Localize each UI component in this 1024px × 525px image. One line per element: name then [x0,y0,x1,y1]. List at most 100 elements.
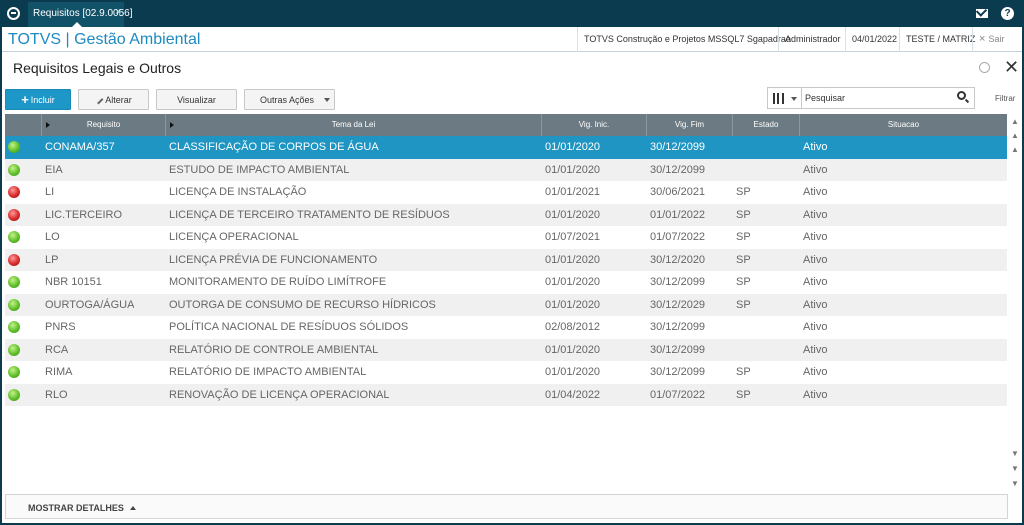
cell-tema: ESTUDO DE IMPACTO AMBIENTAL [169,163,350,176]
cell-tema: LICENÇA PRÉVIA DE FUNCIONAMENTO [169,253,378,266]
cell-estado: SP [736,388,751,401]
table-row[interactable]: CONAMA/357 CLASSIFICAÇÃO DE CORPOS DE ÁGU… [5,136,1007,159]
cell-situacao: Ativo [803,388,828,401]
tab-requisitos[interactable]: Requisitos [02.9.0056] × [28,2,133,27]
search-icon[interactable] [957,91,966,100]
table-row[interactable]: OURTOGA/ÁGUA OUTORGA DE CONSUMO DE RECURS… [5,293,1007,316]
column-header-estado[interactable]: Estado [733,114,800,136]
cell-tema: RELATÓRIO DE CONTROLE AMBIENTAL [169,343,379,356]
table-row[interactable]: PNRS POLÍTICA NACIONAL DE RESÍDUOS SÓLIDO… [5,316,1007,339]
show-details-button[interactable]: MOSTRAR DETALHES [5,494,1008,519]
other-actions-button[interactable]: Outras Ações [244,89,335,110]
totvs-logo-icon[interactable] [0,0,27,27]
table-row[interactable]: LO LICENÇA OPERACIONAL 01/07/2021 01/07/202… [5,226,1007,249]
status-ok-icon [8,388,20,401]
search-input[interactable]: Pesquisar [801,87,975,109]
view-button[interactable]: Visualizar [156,89,237,110]
cell-requisito: RCA [45,343,69,356]
plus-icon: + [21,92,29,107]
cell-fim: 30/12/2099 [650,141,706,153]
scroll-page-up-icon[interactable]: ▲ [1010,131,1020,141]
cell-inicio: 01/01/2020 [545,253,601,266]
status-ok-icon [8,366,20,378]
scroll-top-icon[interactable]: ▲ [1010,117,1020,127]
columns-button[interactable] [767,87,801,109]
cell-requisito: LP [45,253,59,266]
cell-fim: 30/12/2099 [650,366,706,378]
branch-info[interactable]: TESTE / MATRIZ [899,27,981,52]
status-ok-icon [8,276,20,288]
exit-icon: × [979,33,986,45]
tab-close-icon[interactable]: × [115,7,121,18]
cell-tema: CLASSIFICAÇÃO DE CORPOS DE ÁGUA [169,141,379,153]
cell-situacao: Ativo [803,343,828,356]
cell-estado: SP [736,298,751,311]
company-info[interactable]: TOTVS Construção e Projetos MSSQL7 Sgapa… [577,27,797,52]
mail-icon[interactable] [974,6,989,21]
cell-fim: 01/07/2022 [650,231,706,243]
cell-fim: 30/12/2020 [650,253,706,266]
status-ok-icon [8,321,20,333]
chevron-up-icon [129,506,136,510]
column-header-situacao[interactable]: Situacao [800,114,1007,136]
requirements-table: Requisito Tema da Lei Vig. Inic. Vig. Fi… [5,114,1007,406]
status-ok-icon [8,231,20,243]
cell-requisito: OURTOGA/ÁGUA [45,298,135,311]
table-row[interactable]: LIC.TERCEIRO LICENÇA DE TERCEIRO TRATAMEN… [5,203,1007,226]
gear-icon[interactable] [979,62,990,73]
cell-requisito: RLO [45,388,68,401]
status-expired-icon [8,186,20,198]
cell-fim: 30/12/2099 [650,276,706,288]
cell-fim: 30/12/2029 [650,298,706,311]
cell-estado: SP [736,253,751,266]
status-column-header [5,114,42,136]
table-row[interactable]: RLO RENOVAÇÃO DE LICENÇA OPERACIONAL 01/04… [5,383,1007,406]
date-info[interactable]: 04/01/2022 [845,27,903,52]
cell-inicio: 01/01/2020 [545,276,601,288]
cell-situacao: Ativo [803,298,828,311]
cell-situacao: Ativo [803,141,828,153]
cell-requisito: NBR 10151 [45,276,102,288]
table-row[interactable]: LP LICENÇA PRÉVIA DE FUNCIONAMENTO 01/01/2… [5,248,1007,271]
status-expired-icon [8,208,20,221]
cell-estado: SP [736,231,751,243]
table-body: CONAMA/357 CLASSIFICAÇÃO DE CORPOS DE ÁGU… [5,136,1007,406]
cell-situacao: Ativo [803,253,828,266]
help-icon[interactable]: ? [1000,6,1015,21]
cell-situacao: Ativo [803,321,828,333]
table-row[interactable]: LI LICENÇA DE INSTALAÇÃO 01/01/2021 30/06/2… [5,181,1007,204]
cell-estado: SP [736,186,751,198]
table-row[interactable]: NBR 10151 MONITORAMENTO DE RUÍDO LIMÍTROF… [5,271,1007,294]
app-header: TOTVS | Gestão Ambiental TOTVS Construçã… [2,27,1022,52]
column-header-vig-inic[interactable]: Vig. Inic. [542,114,647,136]
scroll-up-icon[interactable]: ▲ [1010,145,1020,155]
status-ok-icon [8,141,20,153]
close-icon[interactable]: ✕ [1004,57,1019,78]
scroll-bottom-icon[interactable]: ▼ [1010,479,1020,489]
table-row[interactable]: RCA RELATÓRIO DE CONTROLE AMBIENTAL 01/01/… [5,338,1007,361]
cell-tema: OUTORGA DE CONSUMO DE RECURSO HÍDRICOS [169,298,436,311]
vertical-scrollbar[interactable]: ▲ ▲ ▲ ▼ ▼ ▼ [1008,114,1022,494]
exit-button[interactable]: × Sair [972,27,1010,52]
cell-requisito: RIMA [45,366,73,378]
include-button[interactable]: + Incluir [5,89,71,110]
edit-button[interactable]: Alterar [78,89,149,110]
app-window: TOTVS | Gestão Ambiental TOTVS Construçã… [2,27,1022,523]
column-header-requisito[interactable]: Requisito [42,114,166,136]
column-header-tema[interactable]: Tema da Lei [166,114,542,136]
cell-inicio: 01/04/2022 [545,388,601,401]
chevron-down-icon [791,97,797,101]
user-info[interactable]: Administrador [778,27,847,52]
scroll-down-icon[interactable]: ▼ [1010,449,1020,459]
scroll-page-down-icon[interactable]: ▼ [1010,464,1020,474]
cell-situacao: Ativo [803,276,828,288]
table-row[interactable]: RIMA RELATÓRIO DE IMPACTO AMBIENTAL 01/01/… [5,361,1007,384]
cell-inicio: 01/01/2020 [545,141,601,153]
cell-situacao: Ativo [803,186,828,198]
cell-tema: POLÍTICA NACIONAL DE RESÍDUOS SÓLIDOS [169,321,409,333]
cell-situacao: Ativo [803,231,828,243]
filter-link[interactable]: Filtrar [995,94,1015,103]
cell-situacao: Ativo [803,208,828,221]
column-header-vig-fim[interactable]: Vig. Fim [647,114,733,136]
table-row[interactable]: EIA ESTUDO DE IMPACTO AMBIENTAL 01/01/2020… [5,158,1007,181]
